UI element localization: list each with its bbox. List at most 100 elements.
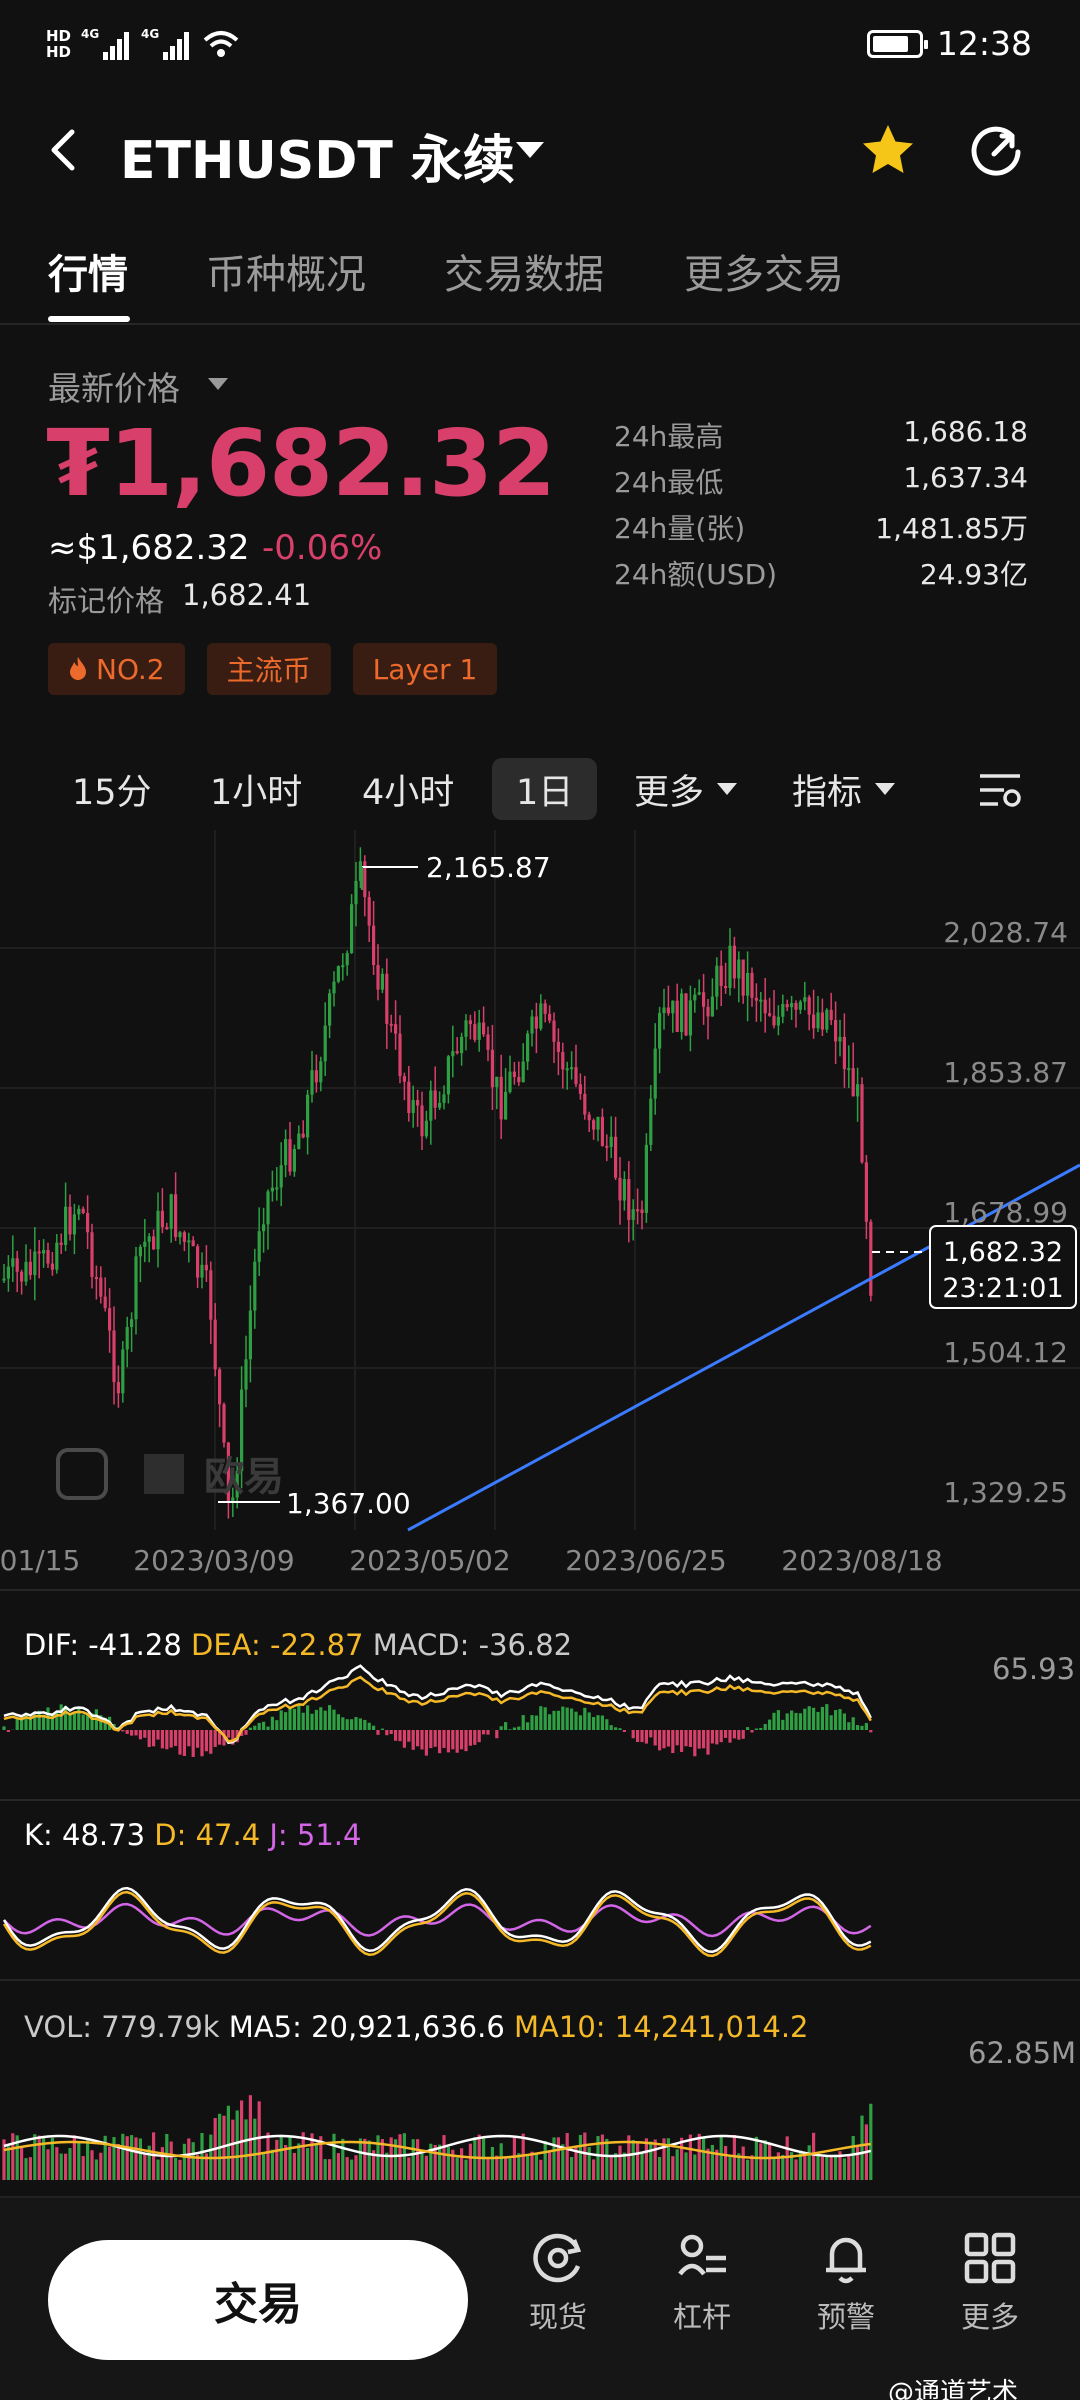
volume-bar [328,2159,332,2180]
volume-bar [248,2095,252,2180]
chart-settings-icon[interactable] [978,770,1022,810]
signal-icon: 4G [81,27,130,60]
chart-area[interactable]: 2,165.87 1,367.00 2,028.74 1,853.87 1,678.99… [0,830,1080,2190]
candle-body [323,1025,327,1062]
macd-bar [578,1715,582,1730]
macd-bar [336,1714,340,1730]
macd-bar [825,1704,829,1730]
macd-bar [570,1708,574,1730]
macd-bar [746,1727,750,1730]
volume-bar [226,2105,230,2180]
timeframe-15m[interactable]: 15分 [72,758,152,820]
volume-bar [24,2158,28,2180]
candle-body [565,1068,569,1071]
candle-body [143,1241,147,1247]
macd-bar [226,1730,230,1738]
macd-bar [178,1730,182,1755]
candle-body [350,904,354,954]
candle-body [517,1076,521,1083]
macd-bar [292,1708,296,1730]
battery-icon [866,29,928,58]
volume-bar [508,2158,512,2180]
pair-title[interactable]: ETHUSDT 永续 [120,118,515,193]
macd-bar [407,1730,411,1742]
trade-button[interactable]: 交易 [48,2240,468,2360]
candle-body [112,1330,116,1383]
timeframe-more[interactable]: 更多 [634,758,738,820]
star-icon[interactable] [858,120,918,180]
macd-bar [710,1730,714,1744]
back-icon[interactable] [40,124,90,176]
candle-body [297,1133,301,1149]
macd-legend: DIF: -41.28 DEA: -22.87 MACD: -36.82 [24,1628,572,1662]
indicator-menu[interactable]: 指标 [792,758,896,820]
candle-body [103,1296,107,1309]
price-label[interactable]: 最新价格 [48,362,180,410]
macd-bar [187,1730,191,1747]
tag-label: Layer 1 [372,652,478,686]
candle-body [266,1191,270,1225]
nav-alert[interactable]: 预警 [796,2230,896,2370]
tag-mainstream[interactable]: 主流币 [206,643,331,695]
volume-bar [50,2137,54,2180]
candle-body [772,1015,776,1026]
candle-body [543,1003,547,1014]
y-axis-label: 1,678.99 [943,1196,1068,1229]
tab-overview[interactable]: 币种概况 [206,242,366,300]
candle-body [530,1016,534,1034]
volume-bar [389,2137,393,2180]
macd-bar [794,1712,798,1730]
refresh-icon[interactable] [968,122,1024,178]
candle-body [526,1033,530,1062]
candle-body [301,1133,305,1138]
candle-body [64,1206,68,1245]
macd-bar [130,1730,134,1736]
tab-market[interactable]: 行情 [48,242,128,300]
spot-icon [533,2233,582,2283]
macd-bar [15,1718,19,1730]
stat-label: 24h额(USD) [614,558,778,591]
candle-body [11,1258,15,1267]
nav-more[interactable]: 更多 [940,2230,1040,2370]
macd-bar [759,1727,763,1730]
tag-layer1[interactable]: Layer 1 [352,643,498,695]
candlestick-chart[interactable]: 2,165.87 1,367.00 2,028.74 1,853.87 1,678.99… [0,830,1080,2190]
volume-bar [570,2157,574,2180]
candle-body [578,1084,582,1094]
candle-body [20,1271,24,1282]
volume-bar [658,2156,662,2180]
kdj-j: J: 51.4 [269,1818,362,1852]
candle-body [798,1001,802,1010]
macd-bar [798,1713,802,1730]
candle-body [394,1024,398,1034]
candle-body [420,1105,424,1137]
candle-body [182,1232,186,1242]
volume-bar [275,2139,279,2180]
candle-body [152,1236,156,1250]
macd-bar [306,1705,310,1730]
volume-bar [90,2150,94,2180]
macd-bar [350,1719,354,1730]
y-axis-label: 2,028.74 [943,916,1068,949]
timeframe-4h[interactable]: 4小时 [362,758,454,820]
tab-trade-data[interactable]: 交易数据 [444,242,604,300]
timeframe-1h[interactable]: 1小时 [210,758,302,820]
nav-margin[interactable]: 杠杆 [652,2230,752,2370]
volume-bar [341,2138,345,2180]
chevron-down-icon[interactable] [512,138,548,162]
macd-bar [266,1726,270,1730]
nav-spot[interactable]: 现货 [508,2230,608,2370]
tab-more-trade[interactable]: 更多交易 [684,242,844,300]
timeframe-1d[interactable]: 1日 [492,758,598,820]
macd-bar [820,1706,824,1730]
volume-bar [253,2118,257,2180]
chevron-down-icon[interactable] [206,376,230,392]
candle-body [24,1261,28,1282]
volume-bar [187,2138,191,2180]
candle-body [851,1068,855,1097]
candle-body [310,1070,314,1095]
candle-body [86,1213,90,1233]
tag-rank[interactable]: NO.2 [48,643,185,695]
candle-body [512,1071,516,1077]
candle-body [675,1000,679,1032]
